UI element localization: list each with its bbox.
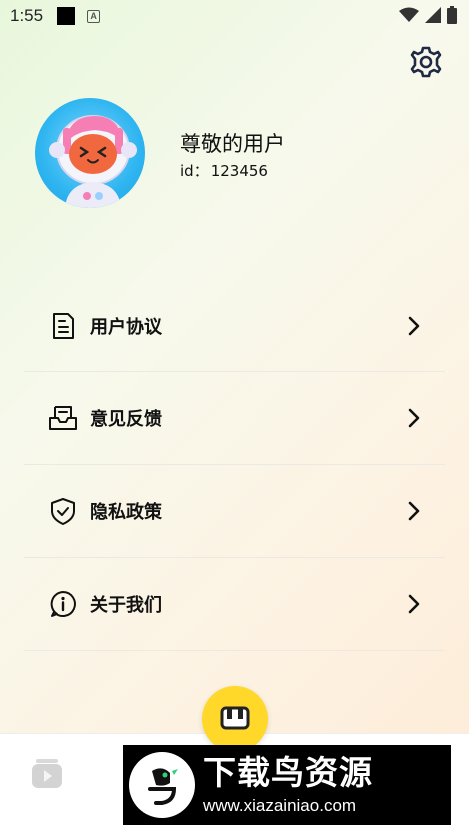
watermark-banner: 下载鸟资源 www.xiazainiao.com [123,745,451,825]
document-icon [53,312,74,339]
chevron-right-icon [408,408,420,428]
watermark-url: www.xiazainiao.com [203,796,357,815]
signal-icon [425,7,441,23]
a-badge-icon: A [87,9,101,23]
notification-square-icon [57,7,76,25]
astronaut-avatar-icon [49,115,137,208]
avatar[interactable] [35,98,145,208]
user-id-label: id： [180,162,209,180]
menu-item-label: 隐私政策 [90,502,162,523]
tab-video[interactable] [30,756,64,790]
info-icon [50,591,76,617]
menu-item-privacy-policy[interactable]: 隐私政策 [24,465,445,558]
wifi-icon [399,7,419,22]
menu-item-user-agreement[interactable]: 用户协议 [24,280,445,372]
chevron-right-icon [408,501,420,521]
menu-item-label: 关于我们 [90,595,162,616]
watermark-text: 下载鸟资源 www.xiazainiao.com [203,753,373,817]
battery-icon [447,6,457,24]
feedback-inbox-icon [49,406,77,430]
user-id-value: 123456 [210,162,268,180]
piano-keys-icon [220,706,250,730]
menu-item-feedback[interactable]: 意见反馈 [24,372,445,465]
status-indicators [399,6,457,24]
settings-button[interactable] [408,44,444,80]
user-id: id： 123456 [180,160,270,181]
gear-icon [410,46,442,78]
shield-check-icon [51,498,75,525]
user-name: 尊敬的用户 [180,132,285,156]
menu-item-about-us[interactable]: 关于我们 [24,558,445,651]
chevron-right-icon [408,316,420,335]
bird-logo-icon [129,752,195,818]
center-action-button[interactable] [202,686,268,752]
menu-item-label: 用户协议 [90,316,162,338]
status-time: 1:55 [10,6,44,25]
chevron-right-icon [408,594,420,614]
status-bar: 1:55 A [0,0,469,32]
settings-menu: 用户协议 意见反馈 隐私政策 关于我们 [24,280,445,651]
menu-item-label: 意见反馈 [90,409,162,430]
watermark-title: 下载鸟资源 [203,753,373,792]
video-play-icon [32,759,62,788]
